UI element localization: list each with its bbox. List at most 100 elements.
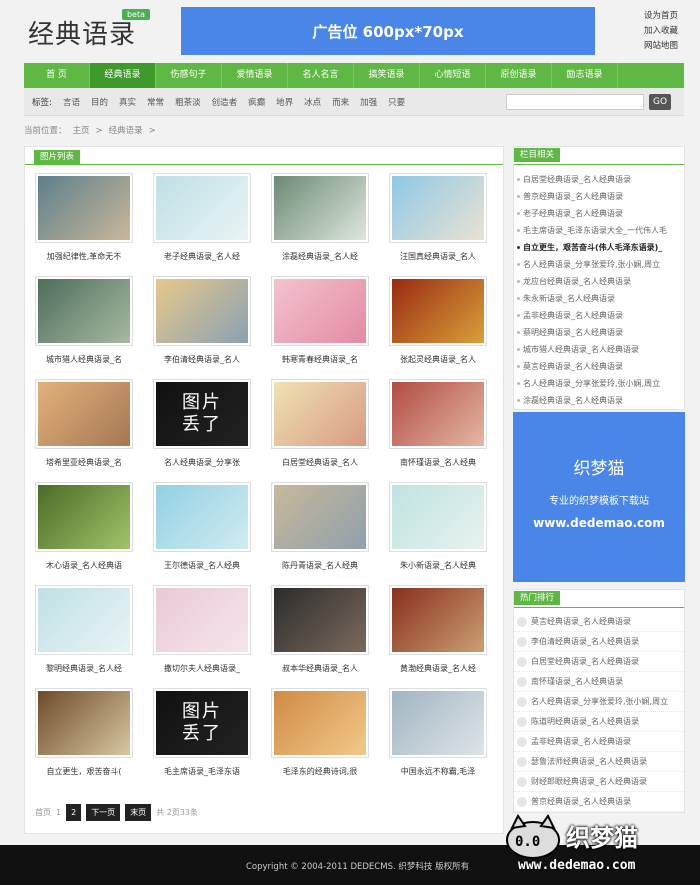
image-caption[interactable]: 黎明经典语录_名人经 <box>32 663 136 674</box>
thumbnail[interactable] <box>271 379 369 449</box>
related-item[interactable]: 名人经典语录_分享张爱玲,张小娴,周立 <box>514 375 684 392</box>
related-item[interactable]: 朱永新语录_名人经典语录 <box>514 290 684 307</box>
ranking-item[interactable]: 陈道明经典语录_名人经典语录 <box>514 712 684 732</box>
image-card[interactable]: 木心语录_名人经典语 <box>32 478 136 580</box>
ranking-item[interactable]: 普京经典语录_名人经典语录 <box>514 792 684 812</box>
image-card[interactable]: 汪国真经典语录_名人 <box>386 169 490 271</box>
image-caption[interactable]: 王尔德语录_名人经典 <box>150 560 254 571</box>
thumbnail[interactable] <box>389 276 487 346</box>
nav-item[interactable]: 首 页 <box>24 63 90 88</box>
breadcrumb-item[interactable]: 经典语录 <box>109 126 143 136</box>
tag-link[interactable]: 粗茶淡 <box>175 96 201 108</box>
image-caption[interactable]: 白居堂经典语录_名人 <box>268 457 372 468</box>
image-caption[interactable]: 加强纪律性,革命无不 <box>32 251 136 262</box>
tag-link[interactable]: 常常 <box>147 96 164 108</box>
site-logo[interactable]: 经典语录 <box>28 14 136 51</box>
related-item[interactable]: 龙应台经典语录_名人经典语录 <box>514 273 684 290</box>
thumbnail[interactable] <box>389 585 487 655</box>
image-card[interactable]: 撒切尔夫人经典语录_ <box>150 581 254 683</box>
tag-link[interactable]: 而来 <box>332 96 349 108</box>
thumbnail[interactable] <box>389 173 487 243</box>
image-card[interactable]: 李伯清经典语录_名人 <box>150 272 254 374</box>
image-card[interactable]: 图片 丢了 毛主席语录_毛泽东语 <box>150 684 254 786</box>
image-card[interactable]: 张起灵经典语录_名人 <box>386 272 490 374</box>
add-favorite-link[interactable]: 加入收藏 <box>644 24 678 39</box>
image-card[interactable]: 黎明经典语录_名人经 <box>32 581 136 683</box>
image-caption[interactable]: 李伯清经典语录_名人 <box>150 354 254 365</box>
nav-item[interactable]: 名人名言 <box>288 63 354 88</box>
tag-link[interactable]: 言语 <box>63 96 80 108</box>
thumbnail[interactable] <box>35 688 133 758</box>
image-caption[interactable]: 中国永远不称霸,毛泽 <box>386 766 490 777</box>
thumbnail[interactable] <box>35 173 133 243</box>
thumbnail[interactable] <box>389 379 487 449</box>
thumbnail[interactable] <box>271 482 369 552</box>
thumbnail[interactable] <box>389 482 487 552</box>
thumbnail[interactable] <box>35 585 133 655</box>
related-item[interactable]: 白居堂经典语录_名人经典语录 <box>514 171 684 188</box>
tag-link[interactable]: 冰点 <box>304 96 321 108</box>
image-caption[interactable]: 叔本华经典语录_名人 <box>268 663 372 674</box>
image-caption[interactable]: 城市猎人经典语录_名 <box>32 354 136 365</box>
image-card[interactable]: 涂磊经典语录_名人经 <box>268 169 372 271</box>
tag-link[interactable]: 真实 <box>119 96 136 108</box>
image-caption[interactable]: 塔希里亚经典语录_名 <box>32 457 136 468</box>
set-homepage-link[interactable]: 设为首页 <box>644 9 678 24</box>
image-caption[interactable]: 老子经典语录_名人经 <box>150 251 254 262</box>
nav-item[interactable]: 励志语录 <box>552 63 618 88</box>
tag-link[interactable]: 疯癫 <box>248 96 265 108</box>
page-link[interactable]: 2 <box>66 804 82 821</box>
ranking-item[interactable]: 白居堂经典语录_名人经典语录 <box>514 652 684 672</box>
ranking-item[interactable]: 南怀瑾语录_名人经典语录 <box>514 672 684 692</box>
image-caption[interactable]: 名人经典语录_分享张 <box>150 457 254 468</box>
image-caption[interactable]: 朱小新语录_名人经典 <box>386 560 490 571</box>
related-item[interactable]: 毛主席语录_毛泽东语录大全_一代伟人毛 <box>514 222 684 239</box>
image-card[interactable]: 图片 丢了名人经典语录_分享张 <box>150 375 254 477</box>
image-caption[interactable]: 陈丹青语录_名人经典 <box>268 560 372 571</box>
related-item[interactable]: 自立更生，艰苦奋斗(伟人毛泽东语录)_ <box>514 239 684 256</box>
image-card[interactable]: 朱小新语录_名人经典 <box>386 478 490 580</box>
breadcrumb-item[interactable]: 主页 <box>73 126 90 136</box>
sitemap-link[interactable]: 网站地图 <box>644 39 678 54</box>
thumbnail[interactable] <box>271 688 369 758</box>
related-item[interactable]: 涂磊经典语录_名人经典语录 <box>514 392 684 409</box>
image-caption[interactable]: 汪国真经典语录_名人 <box>386 251 490 262</box>
page-link[interactable]: 末页 <box>125 804 152 821</box>
tag-link[interactable]: 创造者 <box>212 96 238 108</box>
related-item[interactable]: 老子经典语录_名人经典语录 <box>514 205 684 222</box>
image-card[interactable]: 中国永远不称霸,毛泽 <box>386 684 490 786</box>
page-link[interactable]: 下一页 <box>86 804 121 821</box>
ranking-item[interactable]: 瑟鲁法师经典语录_名人经典语录 <box>514 752 684 772</box>
ranking-item[interactable]: 莫言经典语录_名人经典语录 <box>514 612 684 632</box>
image-card[interactable]: 白居堂经典语录_名人 <box>268 375 372 477</box>
related-item[interactable]: 莫言经典语录_名人经典语录 <box>514 358 684 375</box>
image-caption[interactable]: 毛主席语录_毛泽东语 <box>150 766 254 777</box>
nav-item[interactable]: 原创语录 <box>486 63 552 88</box>
image-card[interactable]: 陈丹青语录_名人经典 <box>268 478 372 580</box>
image-caption[interactable]: 韩寒青春经典语录_名 <box>268 354 372 365</box>
page-link[interactable]: 首页 <box>35 807 51 818</box>
image-caption[interactable]: 涂磊经典语录_名人经 <box>268 251 372 262</box>
related-item[interactable]: 名人经典语录_分享张爱玲,张小娴,周立 <box>514 256 684 273</box>
ranking-item[interactable]: 孟非经典语录_名人经典语录 <box>514 732 684 752</box>
thumbnail[interactable] <box>35 482 133 552</box>
nav-item[interactable]: 心情短语 <box>420 63 486 88</box>
nav-item[interactable]: 爱情语录 <box>222 63 288 88</box>
related-item[interactable]: 孟非经典语录_名人经典语录 <box>514 307 684 324</box>
image-caption[interactable]: 自立更生，艰苦奋斗( <box>32 766 136 777</box>
thumbnail[interactable] <box>153 276 251 346</box>
thumbnail[interactable] <box>271 173 369 243</box>
image-caption[interactable]: 黄渤经典语录_名人经 <box>386 663 490 674</box>
side-ad-banner[interactable]: 织梦猫 专业的织梦模板下载站 www.dedemao.com <box>513 412 685 582</box>
image-card[interactable]: 塔希里亚经典语录_名 <box>32 375 136 477</box>
image-caption[interactable]: 南怀瑾语录_名人经典 <box>386 457 490 468</box>
image-card[interactable]: 城市猎人经典语录_名 <box>32 272 136 374</box>
ad-banner[interactable]: 广告位 600px*70px <box>181 7 595 55</box>
related-item[interactable]: 蔡明经典语录_名人经典语录 <box>514 324 684 341</box>
thumbnail[interactable]: 图片 丢了 <box>153 379 251 449</box>
thumbnail[interactable] <box>35 379 133 449</box>
image-caption[interactable]: 张起灵经典语录_名人 <box>386 354 490 365</box>
nav-item[interactable]: 搞笑语录 <box>354 63 420 88</box>
image-card[interactable]: 毛泽东的经典诗词,很 <box>268 684 372 786</box>
thumbnail[interactable] <box>153 482 251 552</box>
